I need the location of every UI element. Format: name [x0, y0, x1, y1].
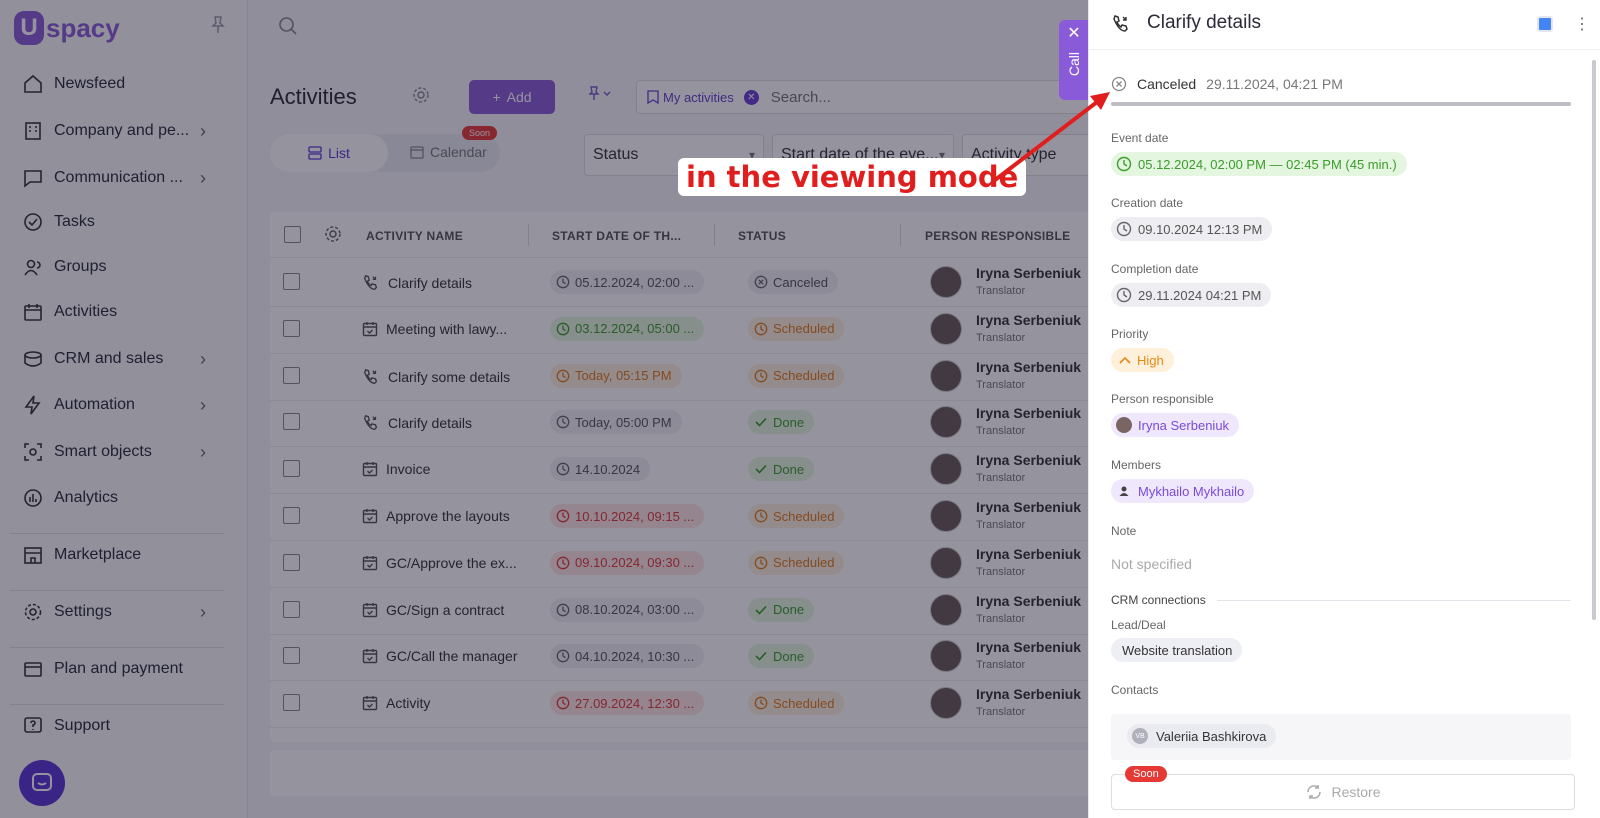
priority-text: High — [1137, 352, 1164, 368]
user-icon — [1119, 486, 1129, 496]
creation-date-label: Creation date — [1111, 196, 1184, 210]
restore-label: Restore — [1331, 784, 1381, 800]
status-progress-bar — [1111, 102, 1571, 106]
lead-deal-label: Lead/Deal — [1111, 618, 1166, 632]
panel-header: Clarify details ⋮ — [1089, 0, 1600, 50]
completion-date-label: Completion date — [1111, 262, 1199, 276]
modal-overlay[interactable] — [0, 0, 1088, 818]
soon-badge: Soon — [1125, 766, 1167, 782]
note-label: Note — [1111, 524, 1137, 538]
close-icon[interactable]: ✕ — [1067, 26, 1080, 42]
divider — [1217, 600, 1571, 601]
priority-badge: High — [1111, 348, 1174, 372]
member-name: Mykhailo Mykhailo — [1138, 483, 1245, 499]
event-date-value: 05.12.2024, 02:00 PM — 02:45 PM (45 min.… — [1111, 152, 1407, 176]
event-date-text: 05.12.2024, 02:00 PM — 02:45 PM (45 min.… — [1138, 156, 1397, 172]
refresh-icon — [1307, 785, 1322, 799]
status-line: Canceled 29.11.2024, 04:21 PM — [1111, 76, 1343, 92]
avatar — [1116, 417, 1132, 433]
chevron-up-icon — [1119, 356, 1131, 364]
panel-title: Clarify details — [1147, 12, 1262, 33]
call-tab-label: Call — [1066, 52, 1082, 77]
member-chip[interactable]: Mykhailo Mykhailo — [1111, 479, 1255, 503]
completion-date-value: 29.11.2024 04:21 PM — [1111, 283, 1272, 307]
event-date-label: Event date — [1111, 131, 1169, 145]
lead-deal-chip[interactable]: Website translation — [1111, 638, 1243, 662]
clock-icon — [1116, 156, 1132, 172]
call-side-tab[interactable]: ✕ Call — [1059, 20, 1089, 100]
contact-chip[interactable]: VB Valeriia Bashkirova — [1127, 724, 1277, 748]
clock-icon — [1116, 287, 1132, 303]
phone-call-icon — [1111, 14, 1131, 34]
person-responsible-chip[interactable]: Iryna Serbeniuk — [1111, 413, 1240, 437]
crm-connections-heading: CRM connections — [1111, 593, 1206, 607]
contacts-label: Contacts — [1111, 683, 1159, 697]
contact-name: Valeriia Bashkirova — [1156, 728, 1267, 744]
members-label: Members — [1111, 458, 1162, 472]
canceled-icon — [1111, 76, 1127, 92]
person-responsible-name: Iryna Serbeniuk — [1138, 417, 1230, 433]
creation-date-value: 09.10.2024 12:13 PM — [1111, 217, 1273, 241]
completion-date-text: 29.11.2024 04:21 PM — [1138, 287, 1262, 303]
activity-detail-panel: Clarify details ⋮ Canceled 29.11.2024, 0… — [1088, 0, 1600, 818]
scrollbar[interactable] — [1592, 60, 1596, 620]
clock-icon — [1116, 221, 1132, 237]
priority-label: Priority — [1111, 327, 1149, 341]
contact-avatar: VB — [1132, 728, 1148, 744]
person-responsible-label: Person responsible — [1111, 392, 1214, 406]
annotation-label: in the viewing mode — [678, 158, 1027, 196]
more-options-icon[interactable]: ⋮ — [1574, 14, 1590, 34]
google-calendar-icon[interactable] — [1537, 16, 1553, 32]
lead-deal-text: Website translation — [1122, 642, 1233, 658]
status-text: Canceled — [1137, 76, 1197, 92]
note-value: Not specified — [1111, 556, 1192, 572]
status-time: 29.11.2024, 04:21 PM — [1206, 76, 1343, 92]
creation-date-text: 09.10.2024 12:13 PM — [1138, 221, 1263, 237]
restore-button[interactable]: Restore — [1111, 774, 1575, 810]
contacts-box: VB Valeriia Bashkirova — [1111, 714, 1571, 760]
